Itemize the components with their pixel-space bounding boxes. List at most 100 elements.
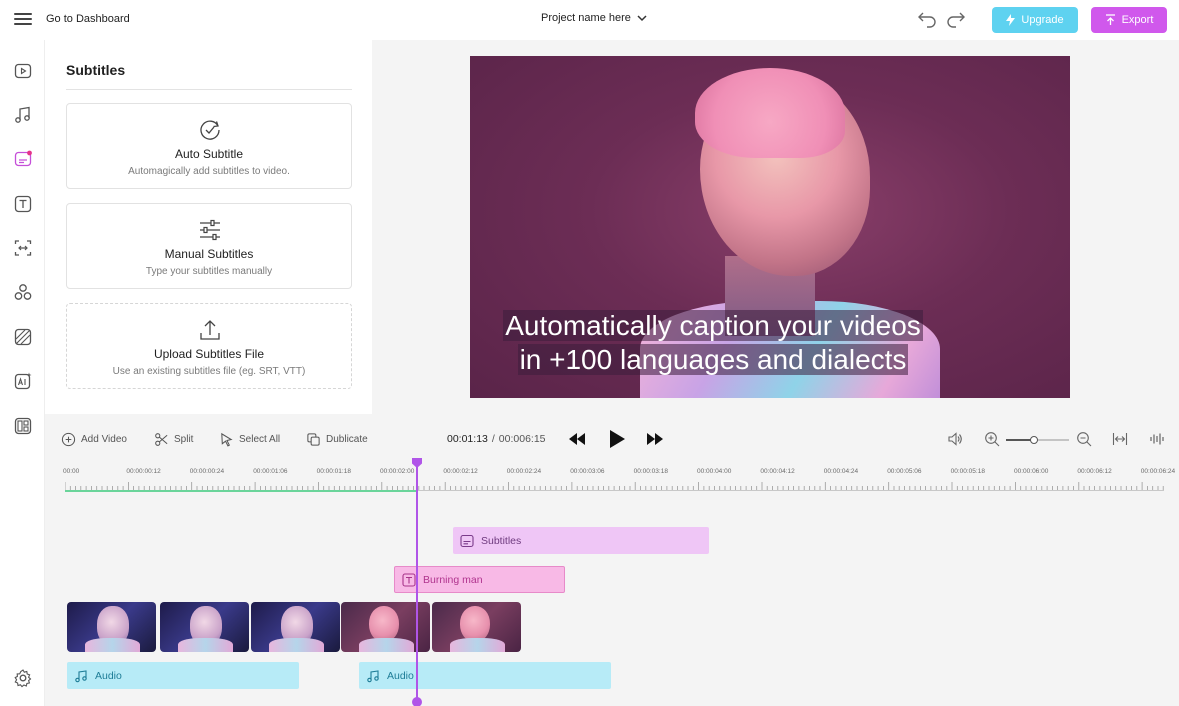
- sliders-icon: [200, 219, 220, 241]
- ruler-time-label: 00:00:05:06: [887, 468, 922, 475]
- played-progress-bar: [65, 490, 416, 492]
- caption-line-2: in +100 languages and dialects: [517, 344, 909, 375]
- zoom-out-icon[interactable]: [1076, 431, 1092, 447]
- caption-line-1: Automatically caption your videos: [503, 310, 923, 341]
- chevron-down-icon: [637, 14, 647, 21]
- add-video-label: Add Video: [81, 434, 127, 445]
- video-icon[interactable]: [13, 61, 33, 81]
- plus-circle-icon: [61, 432, 76, 447]
- go-to-dashboard-link[interactable]: Go to Dashboard: [46, 13, 130, 25]
- text-clip[interactable]: Burning man: [394, 566, 565, 593]
- ruler-time-label: 00:00:04:00: [697, 468, 732, 475]
- gear-icon[interactable]: [13, 668, 33, 688]
- ruler-time-label: 00:00:03:18: [633, 468, 668, 475]
- current-time: 00:01:13: [447, 433, 488, 445]
- subtitles-clip-icon: [460, 534, 474, 547]
- video-thumbnail[interactable]: [432, 602, 521, 652]
- ruler-time-label: 00:00:06:24: [1140, 468, 1176, 475]
- filters-icon[interactable]: [13, 327, 33, 347]
- ruler-time-label: 00:00:05:18: [950, 468, 985, 475]
- manual-subtitles-description: Type your subtitles manually: [145, 266, 273, 277]
- zoom-in-icon[interactable]: [984, 431, 1000, 447]
- text-clip-icon: [402, 572, 416, 587]
- transition-icon[interactable]: [13, 238, 33, 258]
- undo-icon[interactable]: [917, 10, 937, 28]
- manual-subtitles-title: Manual Subtitles: [164, 247, 254, 261]
- video-thumbnail[interactable]: [160, 602, 249, 652]
- audio-clip[interactable]: Audio: [359, 662, 611, 689]
- redo-icon[interactable]: [946, 10, 966, 28]
- upload-subtitles-description: Use an existing subtitles file (eg. SRT,…: [112, 366, 306, 377]
- duplicate-button[interactable]: Dublicate: [306, 432, 368, 447]
- play-icon[interactable]: [608, 429, 626, 449]
- subtitles-clip-label: Subtitles: [481, 534, 522, 547]
- playhead[interactable]: [412, 458, 422, 706]
- ruler-time-label: 00:00:01:18: [316, 468, 351, 475]
- timeline-ruler[interactable]: 00:00 00:00:00:12 00:00:00:24 00:00:01:06 00…: [63, 468, 1175, 492]
- fit-timeline-icon[interactable]: [1112, 431, 1128, 447]
- ruler-time-label: 00:00:06:12: [1077, 468, 1112, 475]
- upload-subtitles-card[interactable]: Upload Subtitles File Use an existing su…: [66, 303, 352, 389]
- ruler-time-label: 00:00:02:12: [443, 468, 478, 475]
- upgrade-label: Upgrade: [1021, 14, 1064, 26]
- panel-title: Subtitles: [66, 62, 126, 78]
- music-note-icon: [367, 669, 379, 682]
- music-note-icon: [75, 669, 87, 682]
- video-track: [67, 602, 521, 652]
- ruler-time-label: 00:00:00:24: [189, 468, 225, 475]
- ruler-time-label: 00:00:04:12: [760, 468, 795, 475]
- project-name-dropdown[interactable]: Project name here: [541, 12, 647, 24]
- top-bar: Go to Dashboard Project name here Upgrad…: [0, 0, 1179, 40]
- ai-icon[interactable]: [13, 371, 33, 391]
- export-button[interactable]: Export: [1091, 7, 1167, 33]
- video-caption: Automatically caption your videos in +10…: [497, 309, 929, 377]
- playhead-foot: [412, 697, 422, 706]
- ruler-time-label: 00:00: [63, 468, 80, 475]
- ruler-time-label: 00:00:01:06: [253, 468, 288, 475]
- timeline-panel: Add Video Split Select All Dublicate 00:…: [45, 414, 1179, 706]
- auto-subtitle-description: Automagically add subtitles to video.: [128, 166, 290, 177]
- select-all-button[interactable]: Select All: [219, 432, 280, 447]
- ruler-ticks: [65, 482, 1164, 490]
- text-icon[interactable]: [13, 194, 33, 214]
- zoom-slider[interactable]: [1006, 436, 1069, 444]
- video-figure-hair: [695, 68, 845, 158]
- timecode: 00:01:13/00:006:15: [447, 433, 546, 445]
- audio-clip[interactable]: Audio: [67, 662, 299, 689]
- auto-subtitle-card[interactable]: Auto Subtitle Automagically add subtitle…: [66, 103, 352, 189]
- project-name-label: Project name here: [541, 12, 631, 24]
- total-time: 00:006:15: [498, 433, 546, 445]
- split-button[interactable]: Split: [154, 432, 193, 447]
- text-clip-label: Burning man: [423, 573, 483, 586]
- duplicate-label: Dublicate: [326, 434, 368, 445]
- hamburger-menu-icon[interactable]: [12, 10, 34, 30]
- auto-subtitle-title: Auto Subtitle: [174, 147, 244, 161]
- add-video-button[interactable]: Add Video: [61, 432, 127, 447]
- volume-icon[interactable]: [947, 431, 963, 447]
- manual-subtitles-card[interactable]: Manual Subtitles Type your subtitles man…: [66, 203, 352, 289]
- upgrade-button[interactable]: Upgrade: [992, 7, 1078, 33]
- zoom-slider-handle[interactable]: [1030, 436, 1039, 444]
- left-tool-rail: [0, 40, 45, 706]
- ruler-time-label: 00:00:02:24: [506, 468, 542, 475]
- subtitles-clip[interactable]: Subtitles: [453, 527, 709, 554]
- waveform-icon[interactable]: [1149, 431, 1165, 447]
- video-thumbnail[interactable]: [251, 602, 340, 652]
- video-thumbnail[interactable]: [67, 602, 156, 652]
- subtitles-icon[interactable]: [13, 149, 33, 169]
- playhead-handle[interactable]: [412, 458, 422, 468]
- ruler-time-label: 00:00:03:06: [570, 468, 605, 475]
- rewind-icon[interactable]: [568, 432, 586, 446]
- export-label: Export: [1121, 14, 1154, 26]
- split-label: Split: [174, 434, 194, 445]
- fast-forward-icon[interactable]: [646, 432, 664, 446]
- scissors-icon: [155, 433, 168, 446]
- music-icon[interactable]: [13, 105, 33, 125]
- audio-clip-label: Audio: [387, 669, 414, 682]
- lightning-icon: [1006, 14, 1016, 26]
- upload-subtitles-title: Upload Subtitles File: [153, 347, 265, 361]
- ruler-time-label: 00:00:06:00: [1014, 468, 1049, 475]
- elements-icon[interactable]: [13, 282, 33, 302]
- ruler-time-label: 00:00:04:24: [823, 468, 859, 475]
- templates-icon[interactable]: [13, 416, 33, 436]
